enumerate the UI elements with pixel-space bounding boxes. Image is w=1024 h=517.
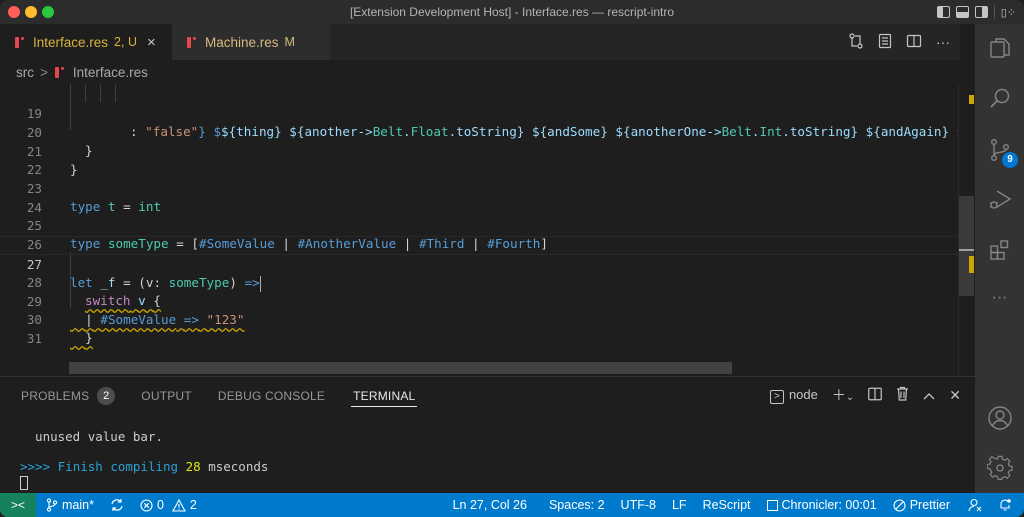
status-bar: >< main* 0 2 Ln 27, Col 26 Spaces: 2 UTF… xyxy=(0,493,1024,517)
code-line: 20 } xyxy=(0,105,975,159)
terminal-line: unused value bar. xyxy=(20,429,163,444)
branch-indicator[interactable]: main* xyxy=(36,498,102,512)
encoding[interactable]: UTF-8 xyxy=(613,498,664,512)
close-panel-icon[interactable]: ✕ xyxy=(949,387,961,404)
tab-status: M xyxy=(284,35,295,49)
tab-problems[interactable]: PROBLEMS 2 xyxy=(21,385,116,407)
warning-marker xyxy=(969,256,974,273)
separator xyxy=(993,5,995,19)
notifications-bell-icon[interactable] xyxy=(992,498,1024,512)
end-of-line[interactable]: LF xyxy=(664,498,695,512)
editor-tab-bar: Interface.res 2, U × Machine.res M ··· xyxy=(0,24,960,60)
breadcrumb: src > Interface.res xyxy=(0,60,975,84)
prettier-disabled-icon xyxy=(893,498,906,512)
more-views-icon[interactable]: ··· xyxy=(975,274,1024,322)
trash-icon[interactable] xyxy=(896,386,909,404)
terminal-icon: > xyxy=(769,390,784,404)
feedback-icon[interactable] xyxy=(958,498,992,512)
window-title: [Extension Development Host] - Interface… xyxy=(349,5,675,19)
breadcrumb-separator: > xyxy=(40,64,48,80)
run-debug-icon[interactable] xyxy=(975,176,1024,224)
vertical-scrollbar-thumb[interactable] xyxy=(959,196,974,296)
rescript-file-icon xyxy=(14,36,25,48)
code-line: 21 } xyxy=(0,124,975,178)
code-line: 22 xyxy=(0,142,975,177)
stop-icon xyxy=(766,499,778,511)
warning-count: 2 xyxy=(189,498,197,512)
problems-indicator[interactable]: 0 2 xyxy=(132,498,205,512)
code-line: 24 xyxy=(0,180,975,215)
chronicler-label: Chronicler: 00:01 xyxy=(781,498,877,512)
search-icon[interactable] xyxy=(975,74,1024,122)
toggle-secondary-sidebar-icon[interactable] xyxy=(974,6,988,18)
cursor-position[interactable]: Ln 27, Col 26 xyxy=(445,498,535,512)
tab-terminal[interactable]: TERMINAL xyxy=(351,385,418,407)
rescript-file-icon xyxy=(186,36,197,48)
problems-count-badge: 2 xyxy=(97,387,116,405)
cursor-position-marker xyxy=(959,249,974,251)
tab-status: 2, U xyxy=(114,35,137,49)
tab-interface-res[interactable]: Interface.res 2, U × xyxy=(0,24,172,60)
close-tab-icon[interactable]: × xyxy=(147,34,156,51)
tab-output[interactable]: OUTPUT xyxy=(141,385,192,407)
language-mode[interactable]: ReScript xyxy=(695,498,759,512)
rescript-file-icon xyxy=(54,66,65,78)
current-code-line: 27 let _f = (v: someType) => xyxy=(0,236,975,292)
code-line: 19 : "false"} $${thing} ${another->Belt.… xyxy=(0,86,975,140)
code-line: 31 xyxy=(0,311,975,346)
terminal-cursor xyxy=(20,475,28,490)
code-line: 29 | #SomeValue => "123" xyxy=(0,274,975,328)
activity-bar: 9 ··· xyxy=(975,24,1024,493)
tab-label: Machine.res xyxy=(205,34,279,50)
code-line: 23 type t = int xyxy=(0,161,975,215)
explorer-icon[interactable] xyxy=(975,24,1024,72)
indentation[interactable]: Spaces: 2 xyxy=(541,498,613,512)
prettier-label: Prettier xyxy=(909,498,950,512)
customize-layout-icon[interactable]: ▯⁘ xyxy=(1001,6,1016,19)
terminal-line: >>>> Finish compiling 28 mseconds xyxy=(20,459,269,474)
horizontal-scrollbar[interactable] xyxy=(69,362,732,374)
chevron-down-icon[interactable]: ⌄ xyxy=(846,392,854,403)
error-icon xyxy=(140,498,153,512)
maximize-panel-icon[interactable] xyxy=(923,387,935,403)
extensions-icon[interactable] xyxy=(975,226,1024,274)
error-count: 0 xyxy=(156,498,164,512)
sync-button[interactable] xyxy=(102,498,132,512)
prettier-status[interactable]: Prettier xyxy=(885,498,958,512)
open-preview-icon[interactable] xyxy=(878,33,892,52)
breadcrumb-file[interactable]: Interface.res xyxy=(73,65,148,80)
split-editor-icon[interactable] xyxy=(906,33,922,52)
source-control-icon[interactable]: 9 xyxy=(975,126,1024,174)
terminal-selector[interactable]: > node xyxy=(769,386,818,404)
code-line: 25 type someType = [#SomeValue | #Anothe… xyxy=(0,198,975,252)
new-terminal-button[interactable]: ＋⌄ xyxy=(832,385,854,405)
toggle-primary-sidebar-icon[interactable] xyxy=(936,6,950,18)
code-line: 30 } xyxy=(0,292,975,346)
bottom-panel: PROBLEMS 2 OUTPUT DEBUG CONSOLE TERMINAL … xyxy=(0,376,975,493)
warning-icon xyxy=(171,498,186,512)
code-editor[interactable]: 19 : "false"} $${thing} ${another->Belt.… xyxy=(0,84,975,376)
chronicler-status[interactable]: Chronicler: 00:01 xyxy=(759,498,885,512)
tab-machine-res[interactable]: Machine.res M xyxy=(172,24,330,60)
title-bar: [Extension Development Host] - Interface… xyxy=(0,0,1024,24)
git-branch-icon xyxy=(46,498,58,512)
split-terminal-icon[interactable] xyxy=(868,387,883,404)
code-line: 28 switch v { xyxy=(0,255,975,309)
line-number: 31 xyxy=(26,330,42,346)
toggle-panel-icon[interactable] xyxy=(955,6,969,18)
warning-marker xyxy=(969,95,974,104)
settings-gear-icon[interactable] xyxy=(975,444,1024,492)
breadcrumb-folder[interactable]: src xyxy=(16,65,34,80)
branch-name: main* xyxy=(62,498,94,512)
sync-icon xyxy=(111,499,123,511)
remote-indicator-icon[interactable]: >< xyxy=(0,493,36,517)
more-actions-icon[interactable]: ··· xyxy=(936,34,950,50)
code-line: 26 xyxy=(0,217,975,252)
open-changes-icon[interactable] xyxy=(848,32,864,52)
source-control-badge: 9 xyxy=(1002,152,1018,168)
tab-debug-console[interactable]: DEBUG CONSOLE xyxy=(218,385,325,407)
terminal-output[interactable]: unused value bar. >>>> Finish compiling 2… xyxy=(20,429,268,490)
accounts-icon[interactable] xyxy=(975,394,1024,442)
tab-label: Interface.res xyxy=(33,34,109,50)
